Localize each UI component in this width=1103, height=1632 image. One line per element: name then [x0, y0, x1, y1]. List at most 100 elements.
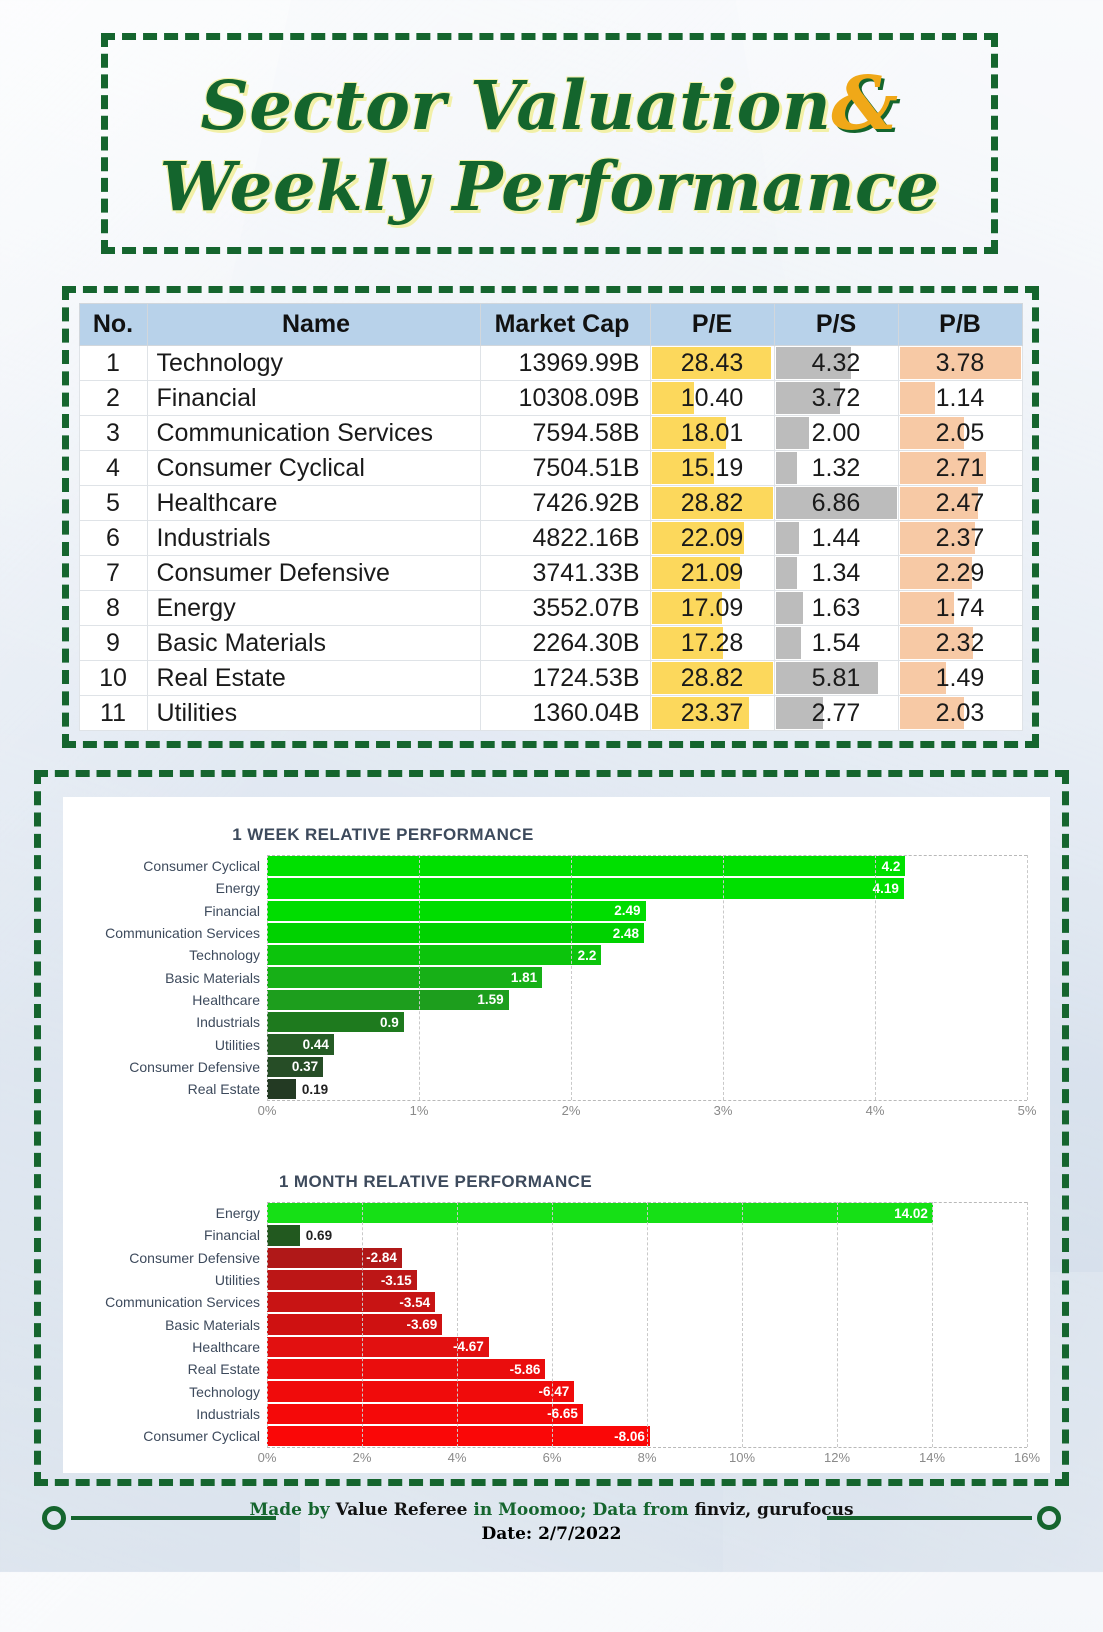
chart-category-label: Utilities	[214, 1036, 260, 1053]
chart-bar-row: Basic Materials -3.69	[67, 1313, 1042, 1335]
chart-bar-row: Healthcare -4.67	[67, 1336, 1042, 1358]
cell-market-cap: 7594.58B	[479, 415, 651, 451]
table-row: 11 Utilities 1360.04B 23.37 2.77 2.03	[78, 695, 1023, 731]
chart-bar: 1.81	[267, 967, 543, 988]
chart-bar-row: Consumer Defensive -2.84	[67, 1247, 1042, 1269]
chart-category-label: Basic Materials	[165, 969, 260, 986]
chart-category-label: Energy	[215, 880, 260, 897]
cell-pb: 2.71	[897, 450, 1023, 486]
table-row: 9 Basic Materials 2264.30B 17.28 1.54 2.32	[78, 625, 1023, 661]
cell-pb: 1.49	[897, 660, 1023, 696]
chart-x-tick: 2%	[352, 1450, 372, 1466]
cell-no: 5	[78, 485, 148, 521]
col-header-pe: P/E	[649, 303, 775, 346]
cell-ps: 1.63	[773, 590, 899, 626]
col-header-market-cap: Market Cap	[479, 303, 651, 346]
cell-ps: 5.81	[773, 660, 899, 696]
chart-bar-row: Financial 2.49	[67, 900, 1042, 922]
chart-bar: 0.37	[267, 1056, 324, 1077]
cell-ps: 6.86	[773, 485, 899, 521]
footer-date: Date: 2/7/2022	[0, 1524, 1103, 1544]
chart-bar-track: -5.86	[267, 1358, 1042, 1380]
value-pe: 21.09	[680, 558, 744, 587]
chart-bar: -2.84	[267, 1247, 402, 1268]
chart-bar-value: 14.02	[894, 1205, 928, 1221]
chart-bar-row: Energy 4.19	[67, 877, 1042, 899]
chart-bar: -4.67	[267, 1336, 489, 1358]
chart-bar: -6.47	[267, 1381, 575, 1402]
cell-market-cap: 1360.04B	[479, 695, 651, 731]
cell-pe: 17.09	[649, 590, 775, 626]
chart-category-label: Technology	[189, 1383, 260, 1400]
chart-x-tick: 3%	[713, 1103, 733, 1119]
chart-category-label: Real Estate	[187, 1361, 260, 1378]
chart-bar: 2.2	[267, 945, 602, 966]
chart-bar-value: -6.65	[547, 1406, 578, 1422]
table-row: 8 Energy 3552.07B 17.09 1.63 1.74	[78, 590, 1023, 626]
chart-bar-value: 0.9	[380, 1014, 399, 1030]
cell-ps: 1.32	[773, 450, 899, 486]
cell-pe: 28.82	[649, 660, 775, 696]
cell-name: Utilities	[146, 695, 481, 731]
chart-bar-row: Communication Services -3.54	[67, 1291, 1042, 1313]
footer-middle: in Moomoo; Data from	[467, 1500, 695, 1520]
chart-category-label: Energy	[215, 1205, 260, 1222]
chart-bar-value: -5.86	[509, 1361, 541, 1377]
chart-bar: 1.59	[267, 989, 509, 1011]
chart-bar-row: Technology -6.47	[67, 1380, 1042, 1402]
value-ps: 3.72	[811, 383, 861, 412]
chart-1-week-title: 1 WEEK RELATIVE PERFORMANCE	[232, 825, 534, 844]
chart-bar: 0.9	[267, 1012, 404, 1033]
cell-name: Communication Services	[146, 415, 481, 451]
cell-ps: 1.54	[773, 625, 899, 661]
chart-bar-value: -3.54	[399, 1294, 431, 1310]
value-pe: 22.09	[680, 523, 744, 552]
chart-x-tick: 14%	[918, 1450, 946, 1466]
chart-bar-track: -8.06	[267, 1425, 1042, 1447]
page-title-line-1: Sector Valuation&	[200, 67, 898, 141]
chart-category-label: Industrials	[196, 1405, 260, 1422]
chart-bar-track: -3.69	[267, 1313, 1042, 1335]
cell-pb: 2.37	[897, 520, 1023, 556]
chart-bar-value: -8.06	[614, 1428, 645, 1444]
chart-category-label: Technology	[189, 947, 260, 964]
chart-x-tick: 16%	[1013, 1450, 1041, 1466]
chart-x-tick: 5%	[1017, 1103, 1037, 1119]
cell-market-cap: 4822.16B	[479, 520, 651, 556]
page-title-text: Sector Valuation	[200, 66, 832, 145]
chart-category-label: Industrials	[196, 1014, 260, 1031]
chart-bar: -3.15	[267, 1269, 417, 1291]
chart-x-tick: 1%	[409, 1103, 429, 1119]
title-banner: Sector Valuation& Weekly Performance	[101, 33, 998, 254]
chart-bar: 2.49	[267, 900, 646, 921]
chart-category-label: Utilities	[214, 1272, 260, 1289]
value-pe: 23.37	[680, 698, 744, 727]
cell-name: Industrials	[146, 520, 481, 556]
chart-bar-track: 2.49	[267, 900, 1042, 922]
cell-pe: 21.09	[649, 555, 775, 591]
chart-bar: 4.19	[267, 878, 904, 899]
value-pb: 2.05	[935, 418, 985, 447]
cell-pe: 18.01	[649, 415, 775, 451]
cell-no: 7	[78, 555, 148, 591]
chart-bar-track: -3.54	[267, 1291, 1042, 1313]
chart-bar-row: Utilities -3.15	[67, 1269, 1042, 1291]
value-pb: 1.49	[935, 663, 985, 692]
chart-bar-track: -3.15	[267, 1269, 1042, 1291]
cell-market-cap: 2264.30B	[479, 625, 651, 661]
chart-bar-track: 0.69	[267, 1224, 1042, 1246]
table-row: 1 Technology 13969.99B 28.43 4.32 3.78	[78, 345, 1023, 381]
chart-bar-value: 4.2	[881, 858, 901, 874]
chart-bar: -6.65	[267, 1403, 583, 1424]
chart-bar-track: 2.2	[267, 944, 1042, 966]
col-header-no: No.	[78, 303, 148, 346]
table-row: 4 Consumer Cyclical 7504.51B 15.19 1.32 2.71	[78, 450, 1023, 486]
cell-market-cap: 7426.92B	[479, 485, 651, 521]
cell-pb: 2.47	[897, 485, 1023, 521]
value-pb: 2.37	[935, 523, 985, 552]
chart-category-label: Consumer Defensive	[129, 1249, 260, 1266]
table-header-row: No. Name Market Cap P/E P/S P/B	[78, 303, 1023, 346]
chart-category-label: Communication Services	[105, 925, 260, 942]
chart-bar-value: -3.15	[380, 1272, 412, 1288]
chart-bar: -3.54	[267, 1292, 436, 1313]
